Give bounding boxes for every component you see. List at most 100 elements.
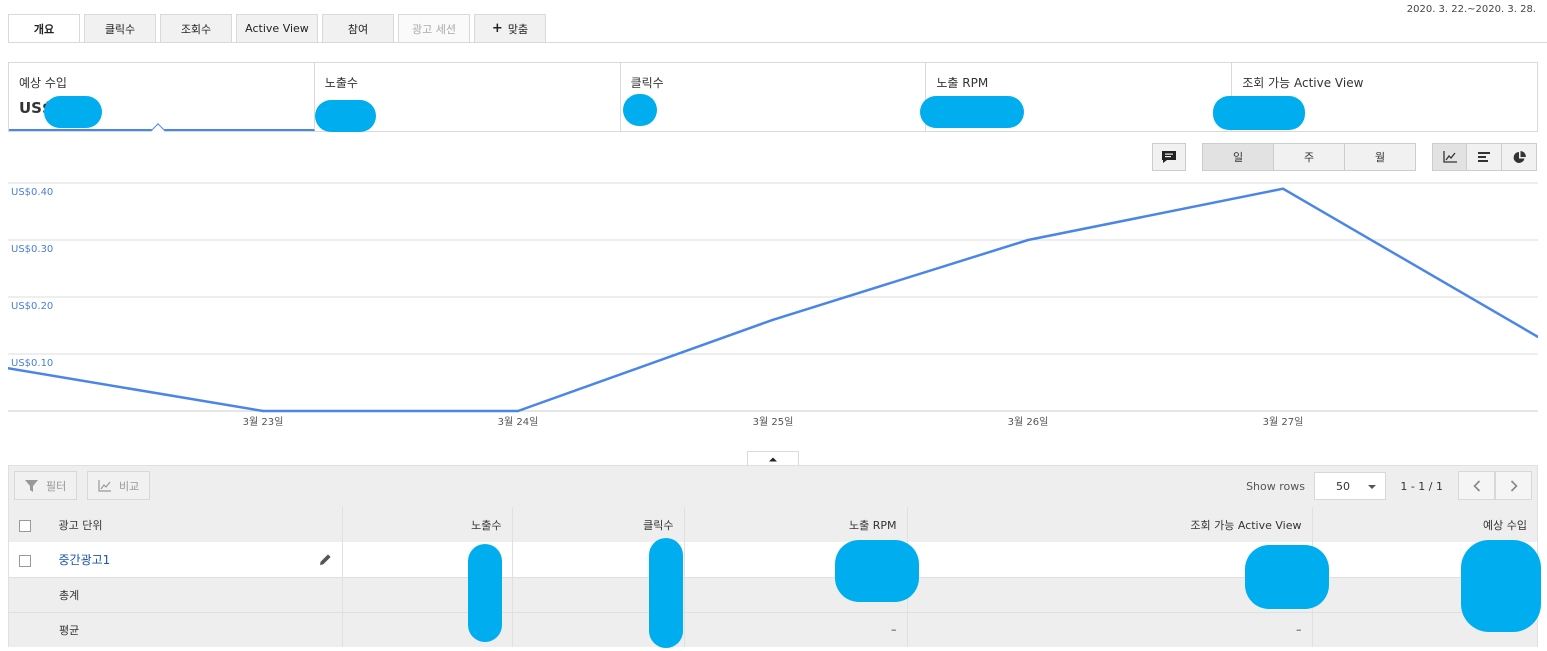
granularity-label: 월 [1374, 151, 1386, 164]
redaction-mark [468, 544, 502, 642]
granularity-label: 일 [1232, 151, 1244, 164]
granularity-week-button[interactable]: 주 [1273, 143, 1345, 171]
header-estimated-earnings[interactable]: 예상 수입 [1312, 507, 1537, 542]
x-tick-label: 3월 27일 [1263, 416, 1304, 428]
ad-unit-link[interactable]: 중간광고1 [59, 553, 111, 567]
granularity-day-button[interactable]: 일 [1202, 143, 1274, 171]
tab-custom[interactable]: + 맞춤 [474, 14, 546, 43]
table-header-row: 광고 단위 노출수 클릭수 노출 RPM 조회 가능 Active View 예… [9, 507, 1537, 542]
scorecard-estimated-earnings[interactable]: 예상 수입 US$ [9, 63, 315, 138]
redaction-mark [1461, 540, 1541, 632]
compare-button[interactable]: 비교 [87, 471, 151, 500]
chevron-down-icon [1368, 485, 1376, 489]
scorecard-clicks[interactable]: 클릭수 [621, 63, 927, 131]
annotation-button[interactable] [1152, 143, 1186, 171]
rpm-value: – [891, 623, 897, 637]
date-range[interactable]: 2020. 3. 22.~2020. 3. 28. [1407, 4, 1536, 15]
previous-page-button[interactable] [1458, 471, 1495, 500]
data-point [1281, 187, 1285, 190]
chevron-right-icon [1510, 479, 1518, 492]
x-tick-label: 3월 23일 [243, 416, 284, 428]
next-page-button[interactable] [1495, 471, 1532, 500]
select-all-checkbox[interactable] [19, 519, 31, 532]
tab-views[interactable]: 조회수 [160, 14, 232, 43]
show-rows-label: Show rows [1246, 480, 1305, 493]
data-point [1026, 238, 1030, 242]
bar-chart-button[interactable] [1466, 143, 1502, 171]
tab-clicks[interactable]: 클릭수 [84, 14, 156, 43]
report-table-panel: 필터 비교 Show rows 50 1 - 1 / 1 광고 단위 노출수 클… [8, 465, 1541, 648]
y-tick-label: US$0.40 [11, 187, 53, 198]
header-impression-rpm[interactable]: 노출 RPM [684, 507, 908, 542]
tab-overview[interactable]: 개요 [8, 14, 80, 43]
scorecard-label: 노출 RPM [936, 76, 989, 90]
y-tick-label: US$0.10 [11, 358, 53, 369]
scorecard-label: 예상 수입 [19, 76, 67, 90]
rows-per-page-select[interactable]: 50 [1314, 472, 1386, 500]
scorecard-label: 노출수 [324, 76, 358, 90]
scorecard-label: 클릭수 [630, 76, 664, 90]
scorecard-impression-rpm[interactable]: 노출 RPM [920, 63, 1233, 131]
x-tick-label: 3월 25일 [753, 416, 794, 428]
redaction-mark [1213, 96, 1306, 130]
report-tabs: 개요 클릭수 조회수 Active View 참여 광고 세션 + 맞춤 [8, 14, 550, 43]
active-caret-icon [150, 123, 166, 138]
header-label: 광고 단위 [58, 518, 103, 532]
header-clicks[interactable]: 클릭수 [512, 507, 685, 542]
tab-label: 개요 [33, 22, 55, 36]
tab-label: 참여 [347, 22, 369, 36]
chevron-left-icon [1472, 479, 1480, 492]
header-label: 노출수 [471, 518, 502, 532]
caret-up-icon [769, 457, 777, 462]
comment-icon [1162, 150, 1176, 163]
pie-chart-button[interactable] [1501, 143, 1537, 171]
scorecards: 예상 수입 US$ 노출수 클릭수 노출 RPM 조회 가능 Active Vi… [8, 62, 1538, 138]
active-view-value: – [1296, 623, 1302, 637]
row-checkbox[interactable] [19, 554, 31, 567]
header-label: 노출 RPM [848, 518, 897, 532]
line-chart-icon [1442, 151, 1457, 163]
granularity-label: 주 [1303, 151, 1315, 164]
redaction-mark [649, 538, 683, 648]
tab-engagement[interactable]: 참여 [322, 14, 394, 43]
summary-label: 평균 [59, 623, 80, 637]
filter-button[interactable]: 필터 [14, 471, 78, 500]
scorecard-impressions[interactable]: 노출수 [314, 63, 621, 132]
summary-label-cell: 평균 [9, 611, 343, 647]
tab-label: 조회수 [180, 22, 212, 36]
header-label: 조회 가능 Active View [1190, 518, 1302, 532]
data-point [261, 409, 265, 413]
tab-ad-sessions: 광고 세션 [398, 14, 470, 43]
header-active-view[interactable]: 조회 가능 Active View [907, 507, 1313, 542]
bar-chart-icon [1478, 152, 1490, 162]
redaction-mark [920, 96, 1025, 128]
redaction-mark [835, 540, 919, 602]
header-label: 클릭수 [643, 518, 674, 532]
earnings-line-chart: US$0.40 US$0.30 US$0.20 US$0.10 3월 23일 3월 24일… [8, 176, 1538, 436]
redaction-mark [314, 100, 376, 132]
collapse-chart-button[interactable] [747, 451, 799, 466]
tab-label: 클릭수 [104, 22, 136, 36]
tab-label: 맞춤 [507, 22, 529, 36]
table-row: 평균 – – [9, 611, 1537, 647]
compare-label: 비교 [119, 479, 140, 493]
edit-pencil-icon[interactable] [319, 553, 332, 566]
header-impressions[interactable]: 노출수 [342, 507, 513, 542]
scorecard-viewable-active-view[interactable]: 조회 가능 Active View [1213, 63, 1537, 131]
line-chart-button[interactable] [1432, 143, 1467, 171]
redaction-mark [622, 94, 657, 126]
data-point [516, 409, 520, 413]
redaction-mark [1245, 545, 1329, 609]
plus-icon: + [491, 21, 503, 36]
data-point [771, 318, 775, 321]
filter-label: 필터 [46, 479, 67, 493]
tab-label: 광고 세션 [412, 22, 456, 36]
redaction-mark [44, 96, 102, 128]
chart-svg: US$0.40 US$0.30 US$0.20 US$0.10 3월 23일 3월 24일… [8, 182, 1538, 428]
rows-per-page-value: 50 [1336, 479, 1350, 493]
tabs-divider [8, 42, 1547, 43]
summary-label-cell: 총계 [9, 576, 343, 612]
granularity-month-button[interactable]: 월 [1344, 143, 1416, 171]
tab-active-view[interactable]: Active View [236, 14, 318, 43]
header-ad-unit[interactable]: 광고 단위 [9, 507, 343, 542]
